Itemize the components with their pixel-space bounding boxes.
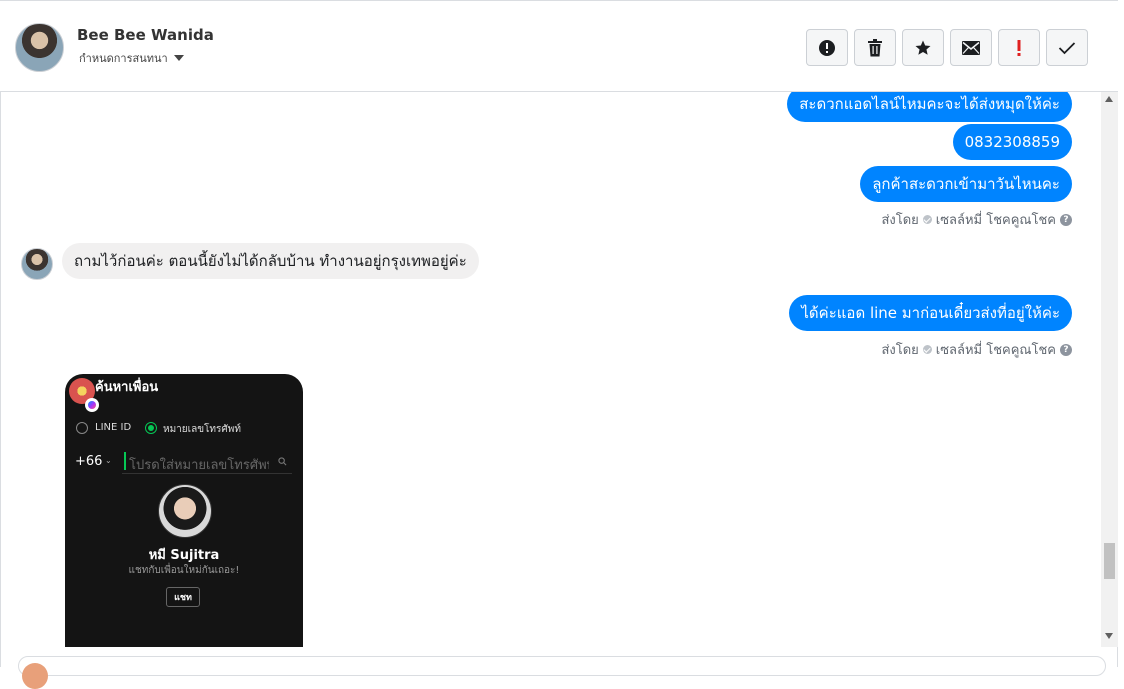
assign-conversation-dropdown[interactable]: กำหนดการสนทนา xyxy=(79,49,184,67)
mark-unread-button[interactable] xyxy=(950,29,992,66)
assign-conversation-label: กำหนดการสนทนา xyxy=(79,52,168,65)
star-icon xyxy=(915,40,931,55)
scroll-thumb[interactable] xyxy=(1104,543,1115,579)
alert-circle-icon xyxy=(819,39,835,56)
thread-scrollbar[interactable] xyxy=(1101,92,1118,647)
sent-by-prefix: ส่งโดย xyxy=(881,213,919,228)
mark-done-button[interactable] xyxy=(1046,29,1088,66)
friend-name: หมี Sujitra xyxy=(148,548,220,563)
verified-check-icon xyxy=(922,345,932,354)
chat-button: แชท xyxy=(166,587,200,607)
sender-name: เซลล์หมี่ โชคคูณโชค xyxy=(935,213,1056,228)
search-icon xyxy=(278,457,287,469)
sent-by-label: ส่งโดย เซลล์หมี่ โชคคูณโชค ? xyxy=(881,339,1072,360)
check-icon xyxy=(1058,41,1076,54)
mark-spam-button[interactable] xyxy=(806,29,848,66)
radio-line-id xyxy=(76,422,88,434)
outgoing-message[interactable]: ลูกค้าสะดวกเข้ามาวันไหนคะ xyxy=(860,166,1072,202)
contact-name[interactable]: Bee Bee Wanida xyxy=(77,26,214,44)
outgoing-message[interactable]: สะดวกแอดไลน์ไหมคะจะได้ส่งหมุดให้ค่ะ xyxy=(787,92,1072,122)
help-icon[interactable]: ? xyxy=(1060,213,1072,226)
friend-subtitle: แชทกับเพื่อนใหม่กันเถอะ! xyxy=(128,565,240,576)
caret-down-icon xyxy=(173,55,184,61)
chevron-down-icon: ⌄ xyxy=(105,456,112,465)
contact-avatar[interactable] xyxy=(15,23,64,72)
contact-avatar-small[interactable] xyxy=(21,248,53,280)
input-underline xyxy=(122,473,292,474)
scroll-down-arrow-icon[interactable] xyxy=(1105,633,1113,639)
phone-placeholder: โปรดใส่หมายเลขโทรศัพท์ xyxy=(129,458,269,473)
envelope-icon xyxy=(962,40,980,55)
image-attachment[interactable]: ค้นหาเพื่อน LINE ID หมายเลขโทรศัพท์ +66 … xyxy=(65,374,303,647)
find-friends-title: ค้นหาเพื่อน xyxy=(95,380,159,395)
exclamation-icon xyxy=(1017,39,1021,56)
country-code: +66 xyxy=(75,454,103,469)
help-icon[interactable]: ? xyxy=(1060,343,1072,356)
sent-by-label: ส่งโดย เซลล์หมี่ โชคคูณโชค ? xyxy=(881,209,1072,230)
conversation-actions xyxy=(806,29,1088,66)
friend-avatar xyxy=(158,484,212,538)
message-thread[interactable]: สะดวกแอดไลน์ไหมคะจะได้ส่งหมุดให้ค่ะ 0832… xyxy=(0,92,1100,647)
reply-composer[interactable] xyxy=(18,656,1106,676)
scroll-up-arrow-icon[interactable] xyxy=(1105,96,1113,102)
outgoing-message[interactable]: ได้ค่ะแอด line มาก่อนเดี๋ยวส่งที่อยู่ให้… xyxy=(789,295,1072,331)
text-cursor xyxy=(124,452,126,470)
verified-check-icon xyxy=(922,215,932,224)
star-button[interactable] xyxy=(902,29,944,66)
messenger-badge-icon xyxy=(85,398,99,412)
mark-important-button[interactable] xyxy=(998,29,1040,66)
delete-button[interactable] xyxy=(854,29,896,66)
conversation-header: Bee Bee Wanida กำหนดการสนทนา xyxy=(0,0,1118,92)
sent-by-prefix: ส่งโดย xyxy=(881,343,919,358)
trash-icon xyxy=(868,38,882,56)
outgoing-message[interactable]: 0832308859 xyxy=(952,124,1072,160)
sender-name: เซลล์หมี่ โชคคูณโชค xyxy=(935,343,1056,358)
line-id-label: LINE ID xyxy=(95,422,132,433)
phone-option-label: หมายเลขโทรศัพท์ xyxy=(163,424,241,435)
radio-phone xyxy=(145,422,157,434)
incoming-message[interactable]: ถามไว้ก่อนค่ะ ตอนนี้ยังไม่ได้กลับบ้าน ทำ… xyxy=(62,243,479,279)
